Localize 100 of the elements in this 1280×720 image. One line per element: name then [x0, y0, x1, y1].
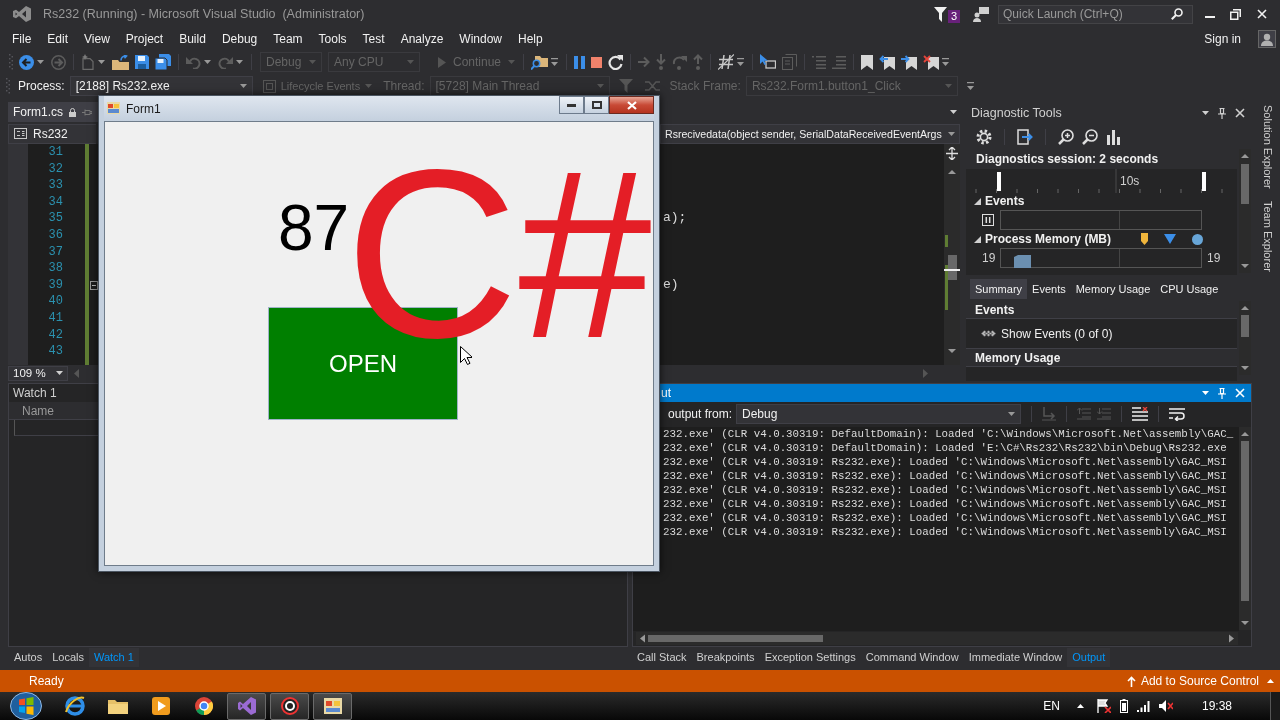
- side-tab[interactable]: Team Explorer: [1261, 200, 1274, 272]
- menu-item[interactable]: File: [4, 32, 40, 46]
- horizontal-scrollbar[interactable]: [636, 632, 1238, 645]
- zoom-dropdown[interactable]: 109 %: [8, 365, 68, 381]
- minimize-icon[interactable]: [567, 103, 576, 107]
- speaker-icon[interactable]: [1158, 700, 1173, 712]
- minimize-button[interactable]: [559, 96, 584, 114]
- flag-icon[interactable]: [1096, 699, 1111, 713]
- save-all-icon[interactable]: [155, 54, 171, 70]
- vertical-scrollbar[interactable]: [1239, 427, 1251, 630]
- collapse-icon[interactable]: [90, 280, 98, 290]
- taskbar-button[interactable]: [313, 692, 352, 720]
- back-icon[interactable]: [19, 54, 34, 70]
- caret-icon[interactable]: [236, 60, 243, 64]
- funnel-icon[interactable]: [933, 6, 947, 22]
- pointer-box-icon[interactable]: [760, 54, 777, 70]
- play-icon[interactable]: [151, 697, 170, 715]
- caret-icon[interactable]: [98, 60, 105, 64]
- menu-item[interactable]: View: [76, 32, 118, 46]
- menu-item[interactable]: Project: [117, 32, 172, 46]
- export-icon[interactable]: [1017, 129, 1033, 145]
- clock[interactable]: 19:38: [1201, 699, 1232, 713]
- hash-icon[interactable]: [718, 54, 735, 70]
- overflow-icon[interactable]: [551, 58, 559, 66]
- battery-icon[interactable]: [1119, 699, 1128, 713]
- menu-item[interactable]: Debug: [213, 32, 266, 46]
- menu-item[interactable]: Tools: [310, 32, 355, 46]
- caret-up-icon[interactable]: [1076, 704, 1084, 708]
- panel-tab[interactable]: Autos: [9, 648, 48, 667]
- caret-icon[interactable]: [1008, 411, 1016, 416]
- bar-chart-icon[interactable]: [1106, 129, 1122, 145]
- panel-tab[interactable]: Memory Usage: [1070, 279, 1156, 299]
- panel-tab[interactable]: Exception Settings: [759, 648, 861, 667]
- folder-icon[interactable]: [107, 698, 128, 714]
- notification-badge[interactable]: 3: [947, 10, 960, 23]
- panel-tab[interactable]: Locals: [47, 648, 89, 667]
- browser-icon[interactable]: [64, 696, 85, 716]
- dropdown[interactable]: Debug: [736, 403, 1022, 424]
- caret-icon[interactable]: [239, 84, 247, 88]
- caret-icon[interactable]: [56, 371, 63, 375]
- overflow-icon[interactable]: [737, 58, 745, 66]
- close-icon[interactable]: [1235, 108, 1245, 118]
- menu-item[interactable]: Build: [171, 32, 214, 46]
- window-icon[interactable]: [323, 698, 342, 714]
- side-tab[interactable]: Solution Explorer: [1261, 105, 1274, 189]
- bookmark-previous-icon[interactable]: [879, 54, 896, 70]
- gear-icon[interactable]: [976, 129, 992, 145]
- menu-item[interactable]: Test: [354, 32, 393, 46]
- word-wrap-icon[interactable]: [1169, 406, 1186, 421]
- menu-item[interactable]: Window: [451, 32, 510, 46]
- panel-tab[interactable]: Watch 1: [88, 648, 139, 667]
- document-tab[interactable]: Form1.cs: [8, 102, 98, 122]
- menu-item[interactable]: Edit: [39, 32, 77, 46]
- maximize-icon[interactable]: [591, 101, 602, 109]
- folder-search-icon[interactable]: [531, 54, 549, 70]
- taskbar-button[interactable]: [270, 692, 309, 720]
- overflow-icon[interactable]: [942, 58, 950, 66]
- folder-icon[interactable]: [112, 54, 129, 70]
- pause-icon[interactable]: [982, 214, 994, 226]
- language-indicator[interactable]: EN: [1043, 699, 1060, 713]
- panel-tab[interactable]: Command Window: [860, 648, 964, 667]
- feedback-icon[interactable]: [973, 6, 989, 22]
- maximize-button[interactable]: [584, 96, 609, 114]
- close-button[interactable]: [609, 96, 654, 114]
- panel-tab[interactable]: Immediate Window: [963, 648, 1068, 667]
- menu-item[interactable]: Team: [265, 32, 311, 46]
- record-icon[interactable]: [280, 697, 299, 715]
- sign-in-link[interactable]: Sign in: [1204, 32, 1241, 46]
- dropdown[interactable]: Rs232: [8, 123, 96, 144]
- panel-tab[interactable]: Events: [1027, 279, 1071, 299]
- timeline-handle[interactable]: [1202, 172, 1206, 191]
- panel-tab[interactable]: Summary: [970, 279, 1028, 299]
- new-item-icon[interactable]: [81, 54, 95, 70]
- dropdown[interactable]: Rsrecivedata(object sender, SerialDataReceivedEventArgs: [660, 123, 960, 144]
- timeline-handle[interactable]: [997, 172, 1001, 191]
- bookmark-icon[interactable]: [861, 54, 874, 70]
- save-icon[interactable]: [135, 55, 149, 69]
- dropdown[interactable]: [2188] Rs232.exe: [69, 76, 253, 96]
- caret-icon[interactable]: [37, 60, 44, 64]
- menu-item[interactable]: Help: [510, 32, 551, 46]
- user-icon[interactable]: [1258, 30, 1276, 48]
- caret-icon[interactable]: [204, 60, 211, 64]
- expanded-icon[interactable]: [974, 235, 981, 243]
- menu-item[interactable]: Analyze: [392, 32, 452, 46]
- panel-tab[interactable]: Output: [1067, 648, 1111, 667]
- source-control-button[interactable]: Add to Source Control: [1140, 674, 1259, 688]
- signal-icon[interactable]: [1136, 700, 1150, 712]
- search-icon[interactable]: [1171, 7, 1183, 20]
- zoom-out-icon[interactable]: [1082, 129, 1098, 145]
- caret-icon[interactable]: [1202, 391, 1209, 395]
- caret-icon[interactable]: [950, 110, 957, 114]
- start-button-icon[interactable]: [10, 692, 42, 720]
- panel-tab[interactable]: CPU Usage: [1155, 279, 1224, 299]
- show-events-link[interactable]: Show Events (0 of 0): [1001, 326, 1113, 341]
- restore-icon[interactable]: [1230, 8, 1241, 20]
- bookmark-next-icon[interactable]: [901, 54, 918, 70]
- browser-icon[interactable]: [194, 697, 213, 715]
- zoom-in-icon[interactable]: [1058, 129, 1074, 145]
- stop-icon[interactable]: [591, 56, 603, 68]
- split-icon[interactable]: [946, 147, 958, 160]
